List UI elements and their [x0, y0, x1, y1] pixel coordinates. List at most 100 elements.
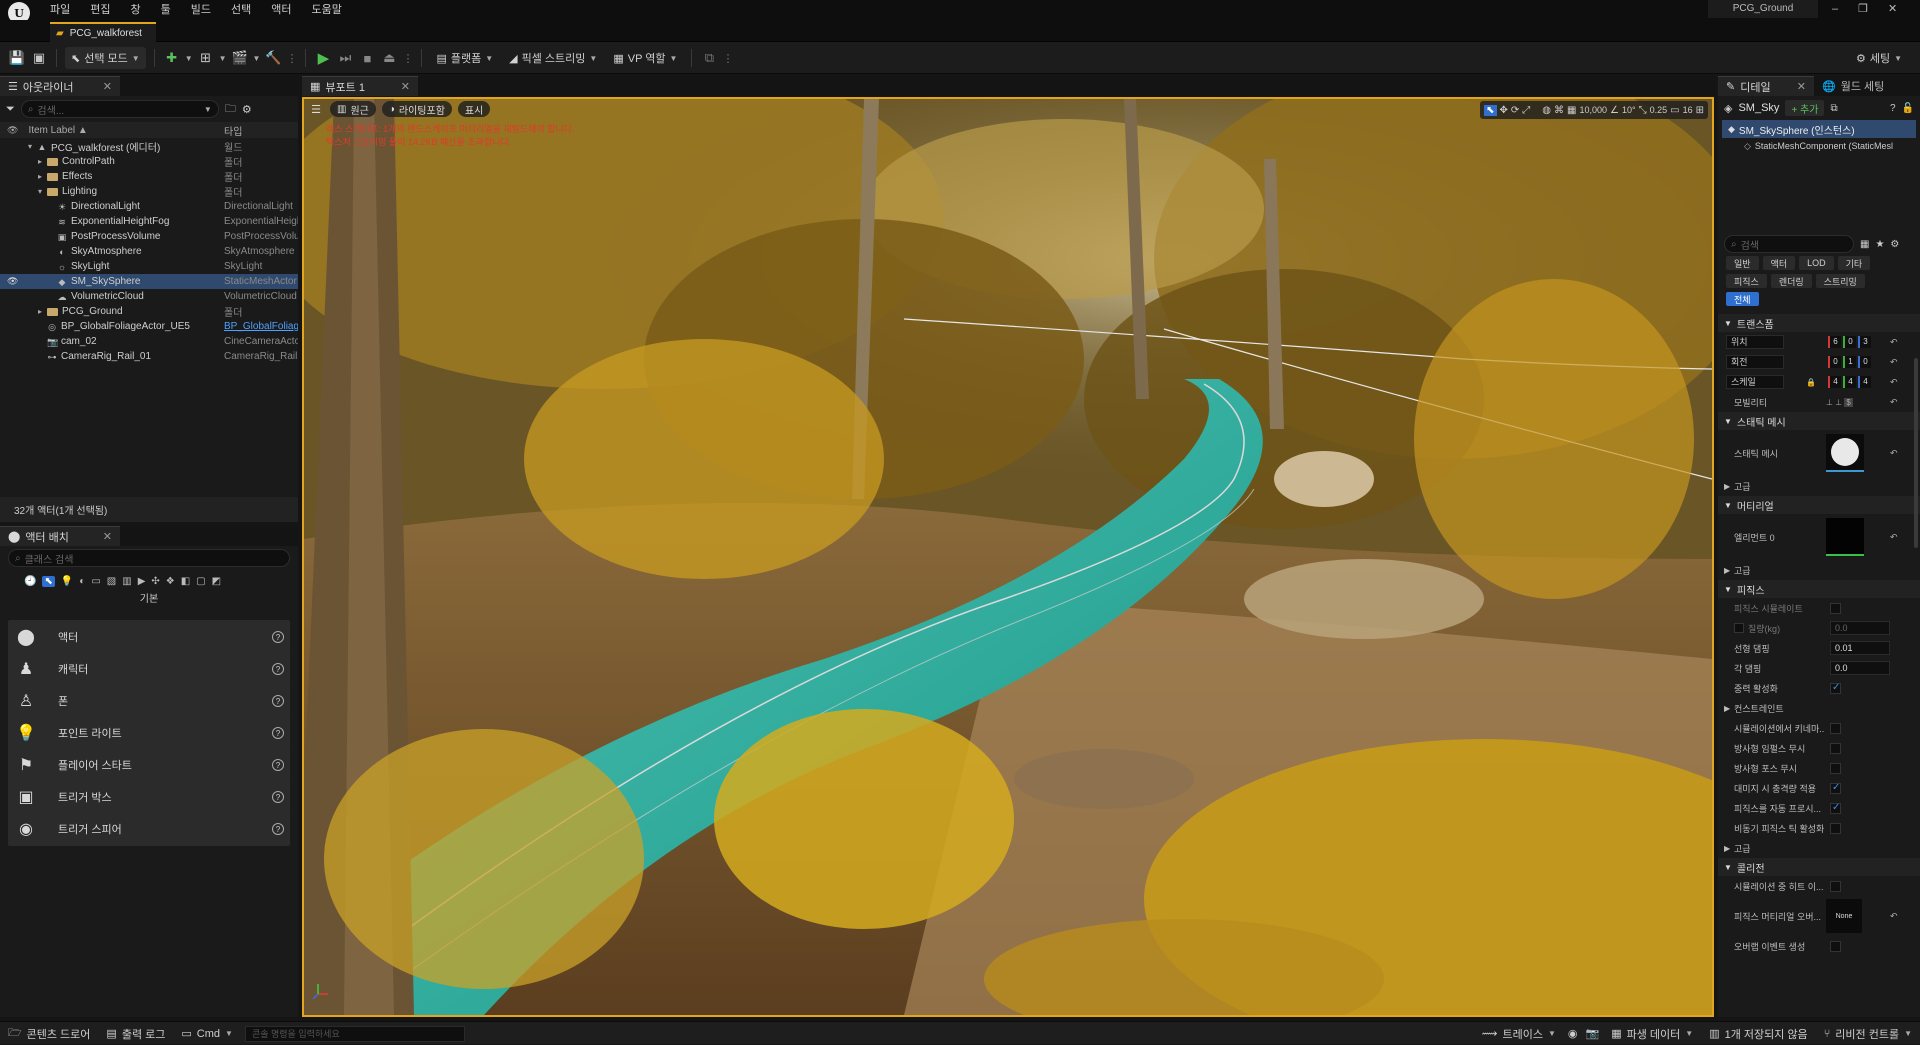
- reset-icon[interactable]: ↶: [1890, 377, 1898, 388]
- outliner-row[interactable]: 👁 ▾ Lighting 폴더: [0, 184, 298, 199]
- component-root[interactable]: ◆ SM_SkySphere (인스턴스): [1722, 120, 1916, 138]
- details-search-input[interactable]: ⌕ 검색: [1724, 235, 1854, 253]
- place-actor-item[interactable]: ▣ 트리거 박스?: [8, 780, 290, 814]
- gear-icon[interactable]: ⚙: [1890, 239, 1899, 250]
- all-classes-icon[interactable]: ✣: [151, 576, 159, 587]
- camera-speed-icon[interactable]: ▭: [1670, 105, 1679, 116]
- lock-icon[interactable]: 🔒: [1806, 378, 1816, 387]
- camera-icon[interactable]: 📷: [1582, 1027, 1604, 1040]
- help-icon[interactable]: ?: [272, 631, 284, 643]
- cmd-dropdown[interactable]: ▭ Cmd ▼: [173, 1022, 241, 1045]
- physics-property-checkbox[interactable]: [1830, 722, 1841, 734]
- outliner-row-type[interactable]: BP_GlobalFoliage: [224, 321, 298, 332]
- place-actor-item[interactable]: 💡 포인트 라이트?: [8, 716, 290, 750]
- outliner-row[interactable]: 👁 ☼ SkyLight SkyLight: [0, 259, 298, 274]
- viewport[interactable]: ☰ ▥ 원근 ◑ 라이팅포함 표시 래스 스케이프: 1개의 랜드스케이프 머티…: [302, 97, 1714, 1017]
- world-space-icon[interactable]: ◍: [1542, 105, 1551, 116]
- physics-section[interactable]: ▼ 피직스: [1718, 580, 1920, 598]
- help-icon[interactable]: ?: [272, 695, 284, 707]
- visibility-eye-icon[interactable]: 👁: [7, 351, 18, 362]
- y-field[interactable]: 0: [1843, 336, 1856, 348]
- show-button[interactable]: 표시: [457, 101, 491, 117]
- console-input[interactable]: 콘솔 명령을 입력하세요: [244, 1025, 465, 1042]
- insights-icon[interactable]: ◉: [1564, 1027, 1582, 1040]
- static-mesh-thumbnail[interactable]: [1826, 434, 1864, 472]
- trace-button[interactable]: ⟿ 트레이스 ▼: [1474, 1022, 1564, 1045]
- reset-icon[interactable]: ↶: [1890, 911, 1898, 922]
- close-icon[interactable]: ✕: [103, 80, 112, 93]
- stop-icon[interactable]: ■: [358, 49, 376, 67]
- menu-item[interactable]: 선택: [221, 2, 261, 18]
- transform-section[interactable]: ▼ 트랜스폼: [1718, 314, 1920, 332]
- menu-item[interactable]: 도움말: [302, 2, 352, 18]
- viewport-tab[interactable]: ▦ 뷰포트 1 ✕: [302, 76, 418, 96]
- x-field[interactable]: 6: [1828, 336, 1841, 348]
- expand-arrow-icon[interactable]: ▸: [38, 172, 47, 181]
- toolbar-more-icon[interactable]: ⋮: [722, 52, 733, 65]
- materials-advanced[interactable]: ▶ 고급: [1718, 560, 1920, 580]
- hit-event-checkbox[interactable]: [1830, 880, 1841, 892]
- translate-tool-icon[interactable]: ✥: [1500, 105, 1508, 116]
- lighting-mode-button[interactable]: ◑ 라이팅포함: [381, 101, 452, 117]
- close-icon[interactable]: ✕: [103, 530, 112, 543]
- physics-advanced[interactable]: ▶ 고급: [1718, 838, 1920, 858]
- save-icon[interactable]: 💾: [8, 49, 26, 67]
- static-mesh-advanced[interactable]: ▶ 고급: [1718, 476, 1920, 496]
- outliner-row[interactable]: 👁 ☁ VolumetricCloud VolumetricCloud: [0, 289, 298, 304]
- material-thumbnail[interactable]: [1826, 518, 1864, 556]
- y-field[interactable]: 1: [1843, 356, 1856, 368]
- visibility-eye-icon[interactable]: 👁: [7, 216, 18, 227]
- eject-icon[interactable]: ⏏: [380, 49, 398, 67]
- filter-icon[interactable]: ⏷: [6, 103, 15, 116]
- outliner-row[interactable]: 👁 ◆ SM_SkySphere StaticMeshActor: [0, 274, 298, 289]
- play-icon[interactable]: ▶: [314, 49, 332, 67]
- type-column[interactable]: 타입: [224, 123, 242, 138]
- settings-button[interactable]: ⚙ 세팅 ▼: [1850, 47, 1908, 69]
- class-search-input[interactable]: ⌕ 클래스 검색: [8, 549, 290, 567]
- viewport-menu-icon[interactable]: ☰: [308, 103, 324, 116]
- visibility-eye-icon[interactable]: 👁: [7, 276, 18, 287]
- cinematic-icon[interactable]: ▭: [91, 576, 100, 587]
- physics-property-checkbox[interactable]: [1830, 762, 1841, 774]
- reset-icon[interactable]: ↶: [1890, 337, 1898, 348]
- place-actor-item[interactable]: ⬤ 액터?: [8, 620, 290, 654]
- close-icon[interactable]: ✕: [401, 80, 410, 93]
- scale-tool-icon[interactable]: ⤢: [1522, 105, 1530, 116]
- basic-icon[interactable]: ⬉: [42, 575, 55, 587]
- item-label-column[interactable]: Item Label ▲: [28, 125, 87, 136]
- outliner-row[interactable]: 👁 ◐ SkyAtmosphere SkyAtmosphere: [0, 244, 298, 259]
- z-field[interactable]: 3: [1858, 336, 1871, 348]
- add-actor-icon[interactable]: ✚: [163, 49, 181, 67]
- x-field[interactable]: 4: [1828, 376, 1841, 388]
- visibility-eye-icon[interactable]: 👁: [7, 186, 18, 197]
- filter-button[interactable]: 기타: [1837, 256, 1871, 270]
- rotation-snap-icon[interactable]: ∠: [1610, 105, 1619, 116]
- maximize-icon[interactable]: ❐: [1858, 2, 1868, 15]
- reset-icon[interactable]: ↶: [1890, 357, 1898, 368]
- expand-arrow-icon[interactable]: ▾: [28, 142, 37, 151]
- content-browse-icon[interactable]: ▣: [30, 49, 48, 67]
- step-icon[interactable]: ⏭: [336, 49, 354, 67]
- revision-control-button[interactable]: ⑂ 리비전 컨트롤 ▼: [1816, 1022, 1920, 1045]
- visibility-eye-icon[interactable]: 👁: [7, 201, 18, 212]
- reset-icon[interactable]: ↶: [1890, 397, 1898, 408]
- transform-mode-dropdown[interactable]: 회전: [1726, 355, 1784, 369]
- gravity-checkbox[interactable]: [1830, 682, 1841, 694]
- perspective-button[interactable]: ▥ 원근: [330, 101, 376, 117]
- outliner-tab[interactable]: ☰ 아웃라이너 ✕: [0, 76, 120, 96]
- cinematics-icon[interactable]: 🎬: [231, 49, 249, 67]
- pixel-streaming-dropdown[interactable]: ◢ 픽셀 스트리밍 ▼: [503, 47, 603, 69]
- menu-item[interactable]: 편집: [80, 2, 120, 18]
- volumes-icon[interactable]: ▥: [122, 576, 131, 587]
- menu-item[interactable]: 액터: [261, 2, 301, 18]
- transform-mode-dropdown[interactable]: 위치: [1726, 335, 1784, 349]
- details-tab[interactable]: ✎ 디테일 ✕: [1718, 76, 1814, 96]
- help-icon[interactable]: ?: [272, 791, 284, 803]
- static-mesh-section[interactable]: ▼ 스태틱 메시: [1718, 412, 1920, 430]
- place-actor-item[interactable]: ♟ 캐릭터?: [8, 652, 290, 686]
- recent-icon[interactable]: 🕘: [24, 576, 36, 587]
- expand-arrow-icon[interactable]: ▾: [38, 187, 47, 196]
- visibility-column-icon[interactable]: 👁: [7, 125, 18, 136]
- shapes-icon[interactable]: ◐: [79, 576, 85, 587]
- menu-item[interactable]: 창: [121, 2, 151, 18]
